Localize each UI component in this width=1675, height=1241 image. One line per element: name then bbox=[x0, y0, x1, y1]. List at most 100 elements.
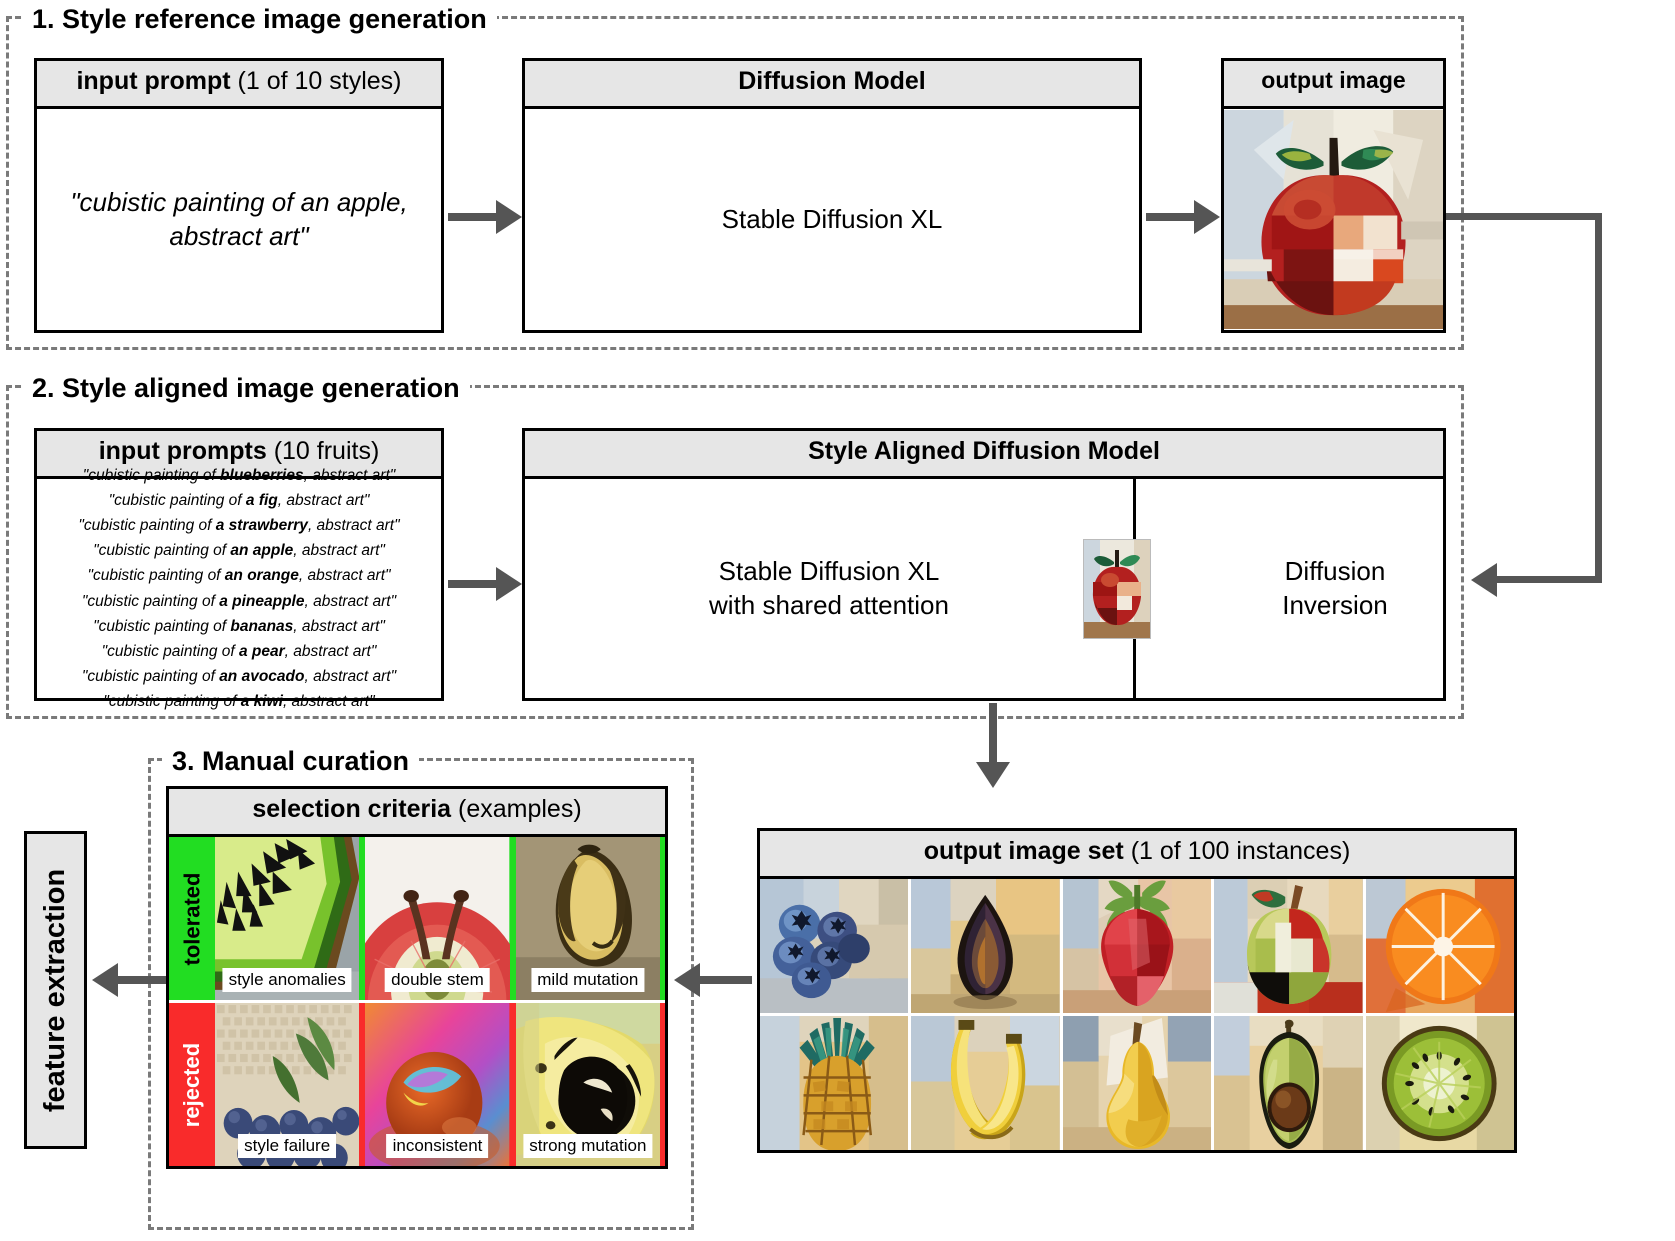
diffusion-inversion-text: Diffusion Inversion bbox=[1282, 555, 1388, 623]
rejected-caption-1: inconsistent bbox=[386, 1134, 489, 1158]
prompt-list: "cubistic painting of blueberries, abstr… bbox=[37, 457, 441, 720]
feedback-line-top bbox=[1446, 213, 1602, 220]
rejected-caption-2: strong mutation bbox=[523, 1134, 653, 1158]
rejected-cell-bananas[interactable]: strong mutation bbox=[515, 1003, 660, 1166]
rejected-cell-orange[interactable]: inconsistent bbox=[365, 1003, 510, 1166]
prompt-fruit: a pear bbox=[239, 642, 285, 660]
prompt-suffix: , abstract art" bbox=[303, 466, 396, 484]
output-cell-bananas[interactable] bbox=[911, 1016, 1060, 1150]
bananas-cubist-image bbox=[911, 1016, 1060, 1150]
pipeline-diagram: 1. Style reference image generation inpu… bbox=[0, 0, 1675, 1241]
diffusion-model-body: Stable Diffusion XL bbox=[525, 109, 1139, 330]
output-image-set-header-bold: output image set bbox=[923, 837, 1124, 865]
input-prompt-text: "cubistic painting of an apple, abstract… bbox=[70, 187, 408, 251]
prompt-line: "cubistic painting of an orange, abstrac… bbox=[39, 563, 439, 588]
tolerated-images: style anomalies double stem mild mutatio… bbox=[215, 837, 665, 1000]
prompt-prefix: "cubistic painting of bbox=[103, 692, 241, 710]
prompt-line: "cubistic painting of a pineapple, abstr… bbox=[39, 589, 439, 614]
prompt-line: "cubistic painting of an apple, abstract… bbox=[39, 538, 439, 563]
prompt-line: "cubistic painting of a strawberry, abst… bbox=[39, 513, 439, 538]
feedback-arrow-head bbox=[1471, 563, 1497, 597]
tolerated-caption-0: style anomalies bbox=[222, 968, 352, 992]
rejected-row: rejected style failure inconsistent stro… bbox=[169, 1003, 665, 1166]
prompt-line: "cubistic painting of blueberries, abstr… bbox=[39, 463, 439, 488]
output-image-header-bold: output image bbox=[1261, 67, 1406, 93]
shared-attention-line-2: with shared attention bbox=[709, 589, 949, 620]
tolerated-row: tolerated style anomalies double stem mi… bbox=[169, 837, 665, 1000]
output-cell-pear[interactable] bbox=[1062, 1016, 1212, 1150]
rejected-label: rejected bbox=[179, 1042, 205, 1127]
prompt-suffix: , abstract art" bbox=[304, 592, 397, 610]
input-prompts-body: "cubistic painting of blueberries, abstr… bbox=[37, 467, 441, 710]
diffusion-inversion-line-1: Diffusion bbox=[1284, 555, 1386, 586]
diffusion-model-header-bold: Diffusion Model bbox=[738, 67, 926, 95]
tolerated-label-cell: tolerated bbox=[169, 837, 215, 1000]
output-cell-apple[interactable] bbox=[1214, 879, 1363, 1013]
output-cell-avocado[interactable] bbox=[1214, 1016, 1363, 1150]
prompt-line: "cubistic painting of a fig, abstract ar… bbox=[39, 488, 439, 513]
apple-cubist-image bbox=[1214, 879, 1363, 1013]
input-prompt-body: "cubistic painting of an apple, abstract… bbox=[37, 109, 441, 330]
output-image-header: output image bbox=[1224, 61, 1443, 109]
input-prompt-header-rest: (1 of 10 styles) bbox=[230, 67, 402, 95]
tolerated-caption-1: double stem bbox=[385, 968, 490, 992]
prompt-line: "cubistic painting of an avocado, abstra… bbox=[39, 664, 439, 689]
stage-2-title: 2. Style aligned image generation bbox=[22, 375, 470, 402]
cubistic-apple-image bbox=[1224, 110, 1443, 329]
feedback-line-vertical bbox=[1595, 213, 1602, 583]
prompt-fruit: a pineapple bbox=[219, 592, 305, 610]
style-aligned-model-header-bold: Style Aligned Diffusion Model bbox=[808, 437, 1160, 465]
arrow-model-to-output-head bbox=[1194, 200, 1220, 234]
arrow-outputset-to-curation-line bbox=[700, 976, 752, 984]
arrow-sadm-to-outputset-line bbox=[989, 703, 997, 768]
stage-3-title: 3. Manual curation bbox=[162, 748, 420, 775]
prompt-line: "cubistic painting of a kiwi, abstract a… bbox=[39, 689, 439, 714]
diffusion-inversion-line-2: Inversion bbox=[1282, 589, 1388, 620]
feature-extraction-box: feature extraction bbox=[24, 831, 87, 1149]
arrow-curation-to-feature-head bbox=[92, 963, 118, 997]
blueberries-cubist-image bbox=[760, 879, 909, 1013]
output-cell-kiwi[interactable] bbox=[1365, 1016, 1514, 1150]
style-aligned-model-body: Stable Diffusion XL with shared attentio… bbox=[525, 479, 1443, 698]
shared-attention-text: Stable Diffusion XL with shared attentio… bbox=[709, 555, 949, 623]
prompt-fruit: blueberries bbox=[220, 466, 304, 484]
prompt-prefix: "cubistic painting of bbox=[93, 542, 231, 560]
output-cell-fig[interactable] bbox=[911, 879, 1060, 1013]
prompt-prefix: "cubistic painting of bbox=[108, 492, 246, 510]
output-cell-pineapple[interactable] bbox=[760, 1016, 909, 1150]
rejected-images: style failure inconsistent strong mutati… bbox=[215, 1003, 665, 1166]
selection-criteria-box: selection criteria (examples) tolerated bbox=[166, 786, 668, 1169]
prompt-prefix: "cubistic painting of bbox=[81, 592, 220, 610]
input-prompt-box: input prompt (1 of 10 styles) "cubistic … bbox=[34, 58, 444, 333]
style-reference-thumbnail bbox=[1083, 539, 1151, 639]
pear-cubist-image bbox=[1062, 1016, 1212, 1150]
arrow-model-to-output-line bbox=[1146, 213, 1196, 221]
selection-criteria-header: selection criteria (examples) bbox=[169, 789, 665, 837]
prompt-suffix: , abstract art" bbox=[284, 642, 377, 660]
prompt-suffix: , abstract art" bbox=[298, 567, 391, 585]
arrow-prompts-to-sadm-line bbox=[448, 580, 498, 588]
output-cell-blueberries[interactable] bbox=[760, 879, 909, 1013]
diffusion-model-text: Stable Diffusion XL bbox=[721, 203, 943, 234]
rejected-cell-blueberries[interactable]: style failure bbox=[215, 1003, 360, 1166]
prompt-suffix: , abstract art" bbox=[277, 492, 370, 510]
prompt-fruit: an apple bbox=[230, 542, 294, 560]
output-image-box: output image bbox=[1221, 58, 1446, 333]
output-cell-orange[interactable] bbox=[1365, 879, 1514, 1013]
output-image-set-header-rest: (1 of 100 instances) bbox=[1123, 837, 1351, 865]
arrow-prompts-to-sadm-head bbox=[496, 567, 522, 601]
output-image-set-header: output image set (1 of 100 instances) bbox=[760, 831, 1514, 879]
style-aligned-model-box: Style Aligned Diffusion Model Stable Dif… bbox=[522, 428, 1446, 701]
shared-attention-pane: Stable Diffusion XL with shared attentio… bbox=[525, 479, 1133, 698]
prompt-fruit: an avocado bbox=[219, 667, 305, 685]
prompt-prefix: "cubistic painting of bbox=[82, 466, 221, 484]
tolerated-cell-apple[interactable]: double stem bbox=[365, 837, 510, 1000]
prompt-fruit: an orange bbox=[224, 567, 299, 585]
tolerated-cell-kiwi[interactable]: style anomalies bbox=[215, 837, 360, 1000]
tolerated-cell-bananas[interactable]: mild mutation bbox=[515, 837, 660, 1000]
output-cell-strawberry[interactable] bbox=[1062, 879, 1212, 1013]
mini-apple-icon bbox=[1084, 540, 1150, 638]
selection-criteria-header-bold: selection criteria bbox=[252, 795, 452, 823]
feedback-line-bottom bbox=[1497, 576, 1602, 583]
diffusion-inversion-pane: Diffusion Inversion bbox=[1136, 479, 1446, 698]
